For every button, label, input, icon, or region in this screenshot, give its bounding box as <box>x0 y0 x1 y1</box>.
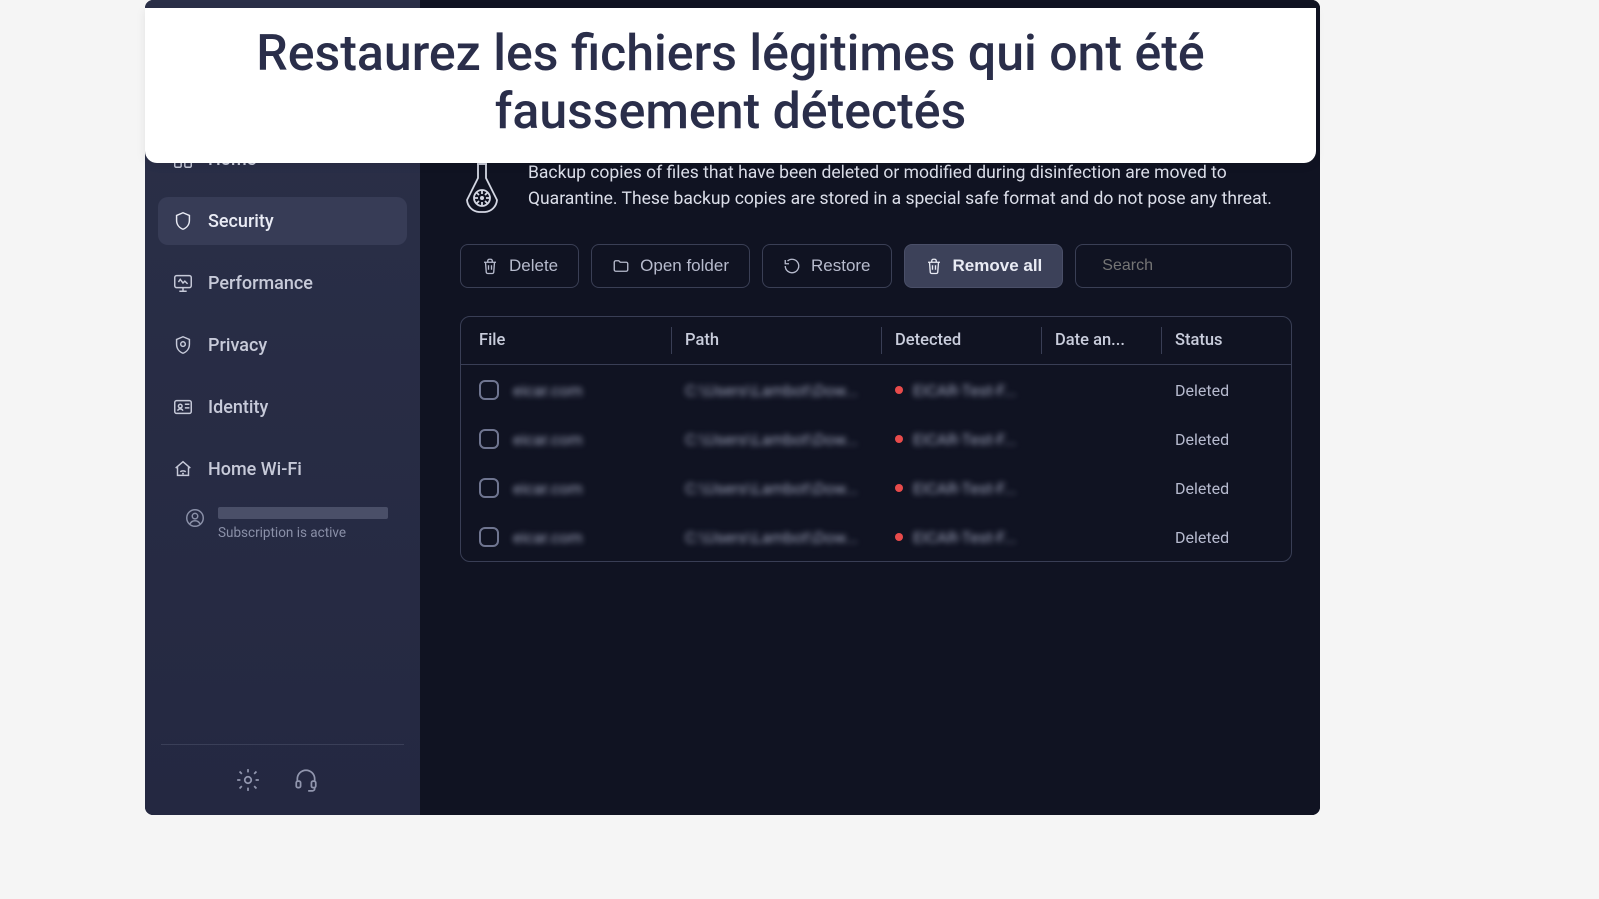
sidebar-footer <box>145 745 420 815</box>
button-label: Open folder <box>640 256 729 276</box>
row-checkbox[interactable] <box>479 527 499 547</box>
threat-dot-icon <box>895 533 903 541</box>
cell-detected: EICAR-Test-F... <box>913 528 1016 547</box>
sidebar-item-label: Security <box>208 211 274 232</box>
cell-file: eicar.com <box>513 528 583 547</box>
search-box[interactable] <box>1075 244 1292 288</box>
cell-status: Deleted <box>1161 465 1281 512</box>
delete-button[interactable]: Delete <box>460 244 579 288</box>
cell-status: Deleted <box>1161 367 1281 414</box>
button-label: Delete <box>509 256 558 276</box>
col-status[interactable]: Status <box>1161 317 1281 364</box>
home-wifi-icon <box>172 458 194 480</box>
cell-file: eicar.com <box>513 381 583 400</box>
monitor-icon <box>172 272 194 294</box>
sidebar-item-identity[interactable]: Identity <box>158 383 407 431</box>
subscription-status: Subscription is active <box>218 525 388 541</box>
cell-path: C:\Users\Lambot\Dow... <box>685 479 858 498</box>
folder-icon <box>612 257 630 275</box>
col-detected[interactable]: Detected <box>881 317 1041 364</box>
settings-button[interactable] <box>235 767 261 793</box>
sidebar-item-privacy[interactable]: Privacy <box>158 321 407 369</box>
cell-file: eicar.com <box>513 430 583 449</box>
overlay-banner: Restaurez les fichiers légitimes qui ont… <box>145 8 1316 163</box>
user-icon <box>184 507 206 529</box>
id-card-icon <box>172 396 194 418</box>
info-row: Backup copies of files that have been de… <box>460 160 1292 214</box>
sidebar-item-label: Performance <box>208 273 313 294</box>
search-input[interactable] <box>1102 257 1309 275</box>
table-row[interactable]: eicar.com C:\Users\Lambot\Dow... EICAR-T… <box>461 512 1291 561</box>
nav-list: Home Security Performance <box>145 135 420 744</box>
cell-date <box>1041 523 1161 551</box>
sidebar-item-label: Privacy <box>208 335 267 356</box>
table-row[interactable]: eicar.com C:\Users\Lambot\Dow... EICAR-T… <box>461 463 1291 512</box>
table-row[interactable]: eicar.com C:\Users\Lambot\Dow... EICAR-T… <box>461 365 1291 414</box>
sidebar-item-security[interactable]: Security <box>158 197 407 245</box>
cell-detected: EICAR-Test-F... <box>913 430 1016 449</box>
sidebar-item-homewifi[interactable]: Home Wi-Fi <box>158 445 407 493</box>
trash-icon <box>925 257 943 275</box>
account-name-redacted <box>218 507 388 519</box>
sidebar-item-label: Home Wi-Fi <box>208 459 302 480</box>
cell-date <box>1041 425 1161 453</box>
threat-dot-icon <box>895 484 903 492</box>
toolbar: Delete Open folder Restore Remove all <box>460 244 1292 288</box>
button-label: Remove all <box>953 256 1043 276</box>
quarantine-table: File Path Detected Date an... Status eic… <box>460 316 1292 562</box>
table-row[interactable]: eicar.com C:\Users\Lambot\Dow... EICAR-T… <box>461 414 1291 463</box>
row-checkbox[interactable] <box>479 478 499 498</box>
cell-path: C:\Users\Lambot\Dow... <box>685 528 858 547</box>
restore-button[interactable]: Restore <box>762 244 892 288</box>
quarantine-flask-icon <box>460 160 504 214</box>
restore-icon <box>783 257 801 275</box>
remove-all-button[interactable]: Remove all <box>904 244 1064 288</box>
table-header: File Path Detected Date an... Status <box>461 317 1291 365</box>
cell-detected: EICAR-Test-F... <box>913 381 1016 400</box>
sidebar-item-performance[interactable]: Performance <box>158 259 407 307</box>
row-checkbox[interactable] <box>479 429 499 449</box>
open-folder-button[interactable]: Open folder <box>591 244 750 288</box>
account-block[interactable]: Subscription is active <box>158 507 407 541</box>
col-file[interactable]: File <box>461 317 671 364</box>
cell-path: C:\Users\Lambot\Dow... <box>685 430 858 449</box>
threat-dot-icon <box>895 435 903 443</box>
button-label: Restore <box>811 256 871 276</box>
trash-icon <box>481 257 499 275</box>
sidebar-item-label: Identity <box>208 397 268 418</box>
info-text: Backup copies of files that have been de… <box>528 160 1292 213</box>
col-path[interactable]: Path <box>671 317 881 364</box>
gear-icon <box>235 767 261 793</box>
col-date[interactable]: Date an... <box>1041 317 1161 364</box>
cell-status: Deleted <box>1161 514 1281 561</box>
privacy-shield-icon <box>172 334 194 356</box>
cell-detected: EICAR-Test-F... <box>913 479 1016 498</box>
cell-date <box>1041 376 1161 404</box>
cell-path: C:\Users\Lambot\Dow... <box>685 381 858 400</box>
cell-date <box>1041 474 1161 502</box>
row-checkbox[interactable] <box>479 380 499 400</box>
banner-title: Restaurez les fichiers légitimes qui ont… <box>185 26 1276 141</box>
shield-icon <box>172 210 194 232</box>
headset-icon <box>293 767 319 793</box>
support-button[interactable] <box>293 767 319 793</box>
cell-file: eicar.com <box>513 479 583 498</box>
cell-status: Deleted <box>1161 416 1281 463</box>
threat-dot-icon <box>895 386 903 394</box>
